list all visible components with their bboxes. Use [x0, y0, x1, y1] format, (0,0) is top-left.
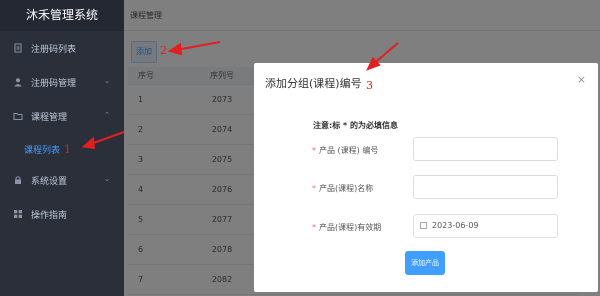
user-icon [13, 77, 23, 87]
close-icon[interactable]: × [577, 73, 586, 86]
sidebar-item-registration-list[interactable]: 注册码列表 [0, 38, 124, 58]
add-product-button[interactable]: 添加产品 [405, 251, 445, 275]
sidebar-item-registration-management[interactable]: 注册码管理 ⌄ [0, 72, 124, 92]
sidebar-item-system-settings[interactable]: 系统设置 ⌄ [0, 170, 124, 190]
course-expiry-label: * 产品(课程)有效期 [312, 223, 382, 232]
required-mark: * [312, 146, 316, 155]
add-course-dialog: 添加分组(课程)编号 × 注意:标 * 的为必填信息 * 产品 (课程) 编号 *… [254, 63, 598, 292]
sidebar-item-label: 课程列表 [24, 145, 61, 156]
sidebar-item-guide[interactable]: 操作指南 [0, 204, 124, 224]
sidebar-item-label: 操作指南 [31, 210, 68, 221]
chevron-down-icon: ⌄ [104, 175, 110, 183]
course-code-label: * 产品 (课程) 编号 [312, 146, 379, 155]
app-title: 沐禾管理系统 [0, 0, 124, 31]
dialog-title: 添加分组(课程)编号 [265, 77, 362, 90]
document-icon [13, 43, 23, 53]
course-name-input[interactable] [413, 175, 558, 199]
sidebar-item-label: 课程管理 [31, 112, 68, 123]
sidebar-item-label: 系统设置 [31, 176, 68, 187]
annotation-number-2: 2 [160, 44, 167, 57]
sidebar-item-course-management[interactable]: 课程管理 ⌃ [0, 106, 124, 126]
folder-icon [13, 111, 23, 121]
annotation-number-3: 3 [366, 79, 373, 92]
course-expiry-date-picker[interactable]: 2023-06-09 [413, 214, 558, 238]
date-value: 2023-06-09 [432, 221, 479, 230]
sidebar-item-course-list[interactable]: 课程列表 [0, 139, 124, 159]
course-code-input[interactable] [413, 137, 558, 161]
course-name-label: * 产品(课程)名称 [312, 184, 374, 193]
chevron-down-icon: ⌄ [104, 77, 110, 85]
required-notice: 注意:标 * 的为必填信息 [313, 121, 398, 130]
required-mark: * [312, 223, 316, 232]
grid-icon [13, 209, 23, 219]
lock-icon [13, 175, 23, 185]
sidebar-item-label: 注册码管理 [31, 78, 77, 89]
sidebar-item-label: 注册码列表 [31, 44, 77, 55]
required-mark: * [312, 184, 316, 193]
calendar-icon [420, 222, 427, 229]
sidebar: 沐禾管理系统 注册码列表 注册码管理 ⌄ 课程管理 ⌃ 课程列表 系统设置 ⌄ [0, 0, 124, 296]
chevron-up-icon: ⌃ [104, 111, 110, 119]
annotation-number-1: 1 [64, 143, 71, 156]
